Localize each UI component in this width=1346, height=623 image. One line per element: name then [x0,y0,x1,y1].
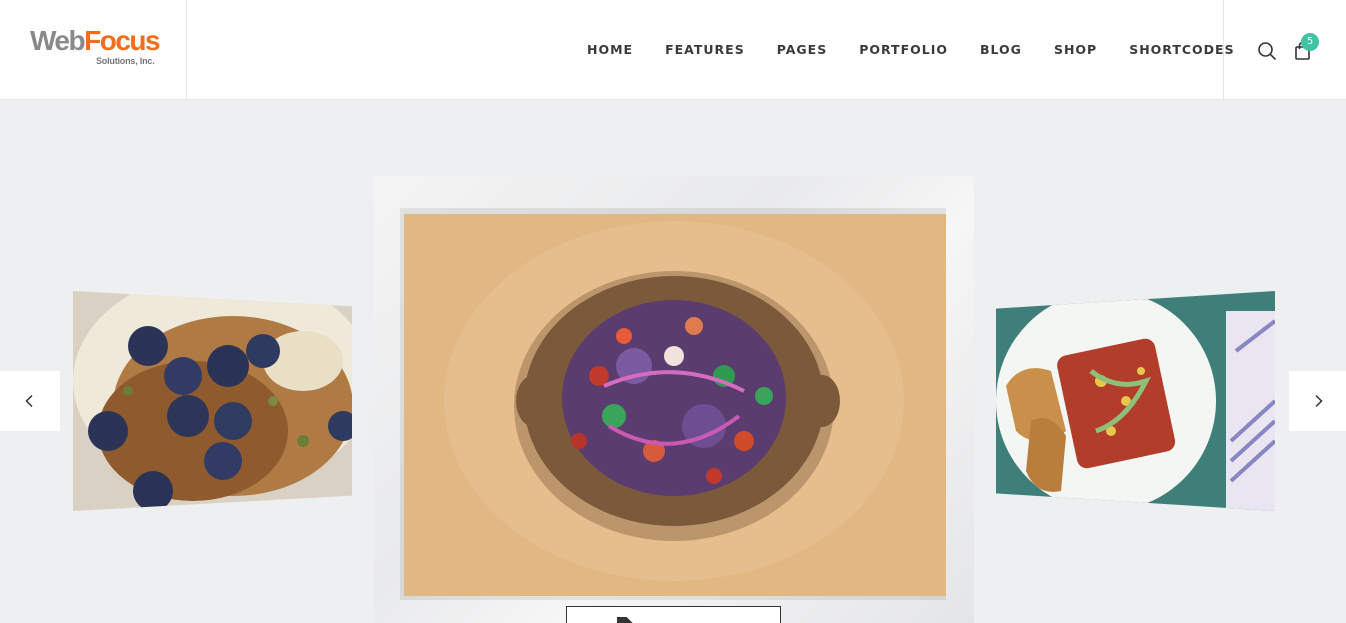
slider-prev-button[interactable] [0,371,60,431]
logo-container: WebFocus Solutions, Inc. [0,0,187,100]
nav-item-blog[interactable]: BLOG [980,40,1022,60]
salad-image [400,208,946,600]
granola-image [73,291,352,511]
nav-item-shop[interactable]: SHOP [1054,40,1097,60]
toast-image [996,291,1275,511]
site-header: WebFocus Solutions, Inc. HOME FEATURES P… [0,0,1346,100]
slide-toast-plate[interactable] [996,291,1275,511]
logo-wordmark: WebFocus [30,25,161,56]
header-utilities [1223,0,1346,100]
search-icon[interactable] [1256,40,1278,62]
logo-tagline: Solutions, Inc. [96,56,155,66]
slide-salad-bowl[interactable] [374,176,974,623]
nav-item-portfolio[interactable]: PORTFOLIO [859,40,948,60]
slide-action-button[interactable] [566,606,781,623]
chevron-left-icon [25,394,33,408]
site-logo[interactable]: WebFocus Solutions, Inc. [30,25,161,72]
slide-granola-bowl[interactable] [73,291,352,511]
chevron-right-icon [1314,394,1323,408]
nav-item-home[interactable]: HOME [587,40,633,60]
nav-item-features[interactable]: FEATURES [665,40,745,60]
slider-next-button[interactable] [1289,371,1346,431]
logo-focus-text: Focus [84,25,160,56]
cart-count-badge: 5 [1301,33,1319,51]
bookmark-icon [617,617,633,623]
nav-item-pages[interactable]: PAGES [777,40,828,60]
main-navigation: HOME FEATURES PAGES PORTFOLIO BLOG SHOP … [587,40,1235,60]
logo-web-text: Web [30,25,86,56]
nav-item-shortcodes[interactable]: SHORTCODES [1129,40,1234,60]
